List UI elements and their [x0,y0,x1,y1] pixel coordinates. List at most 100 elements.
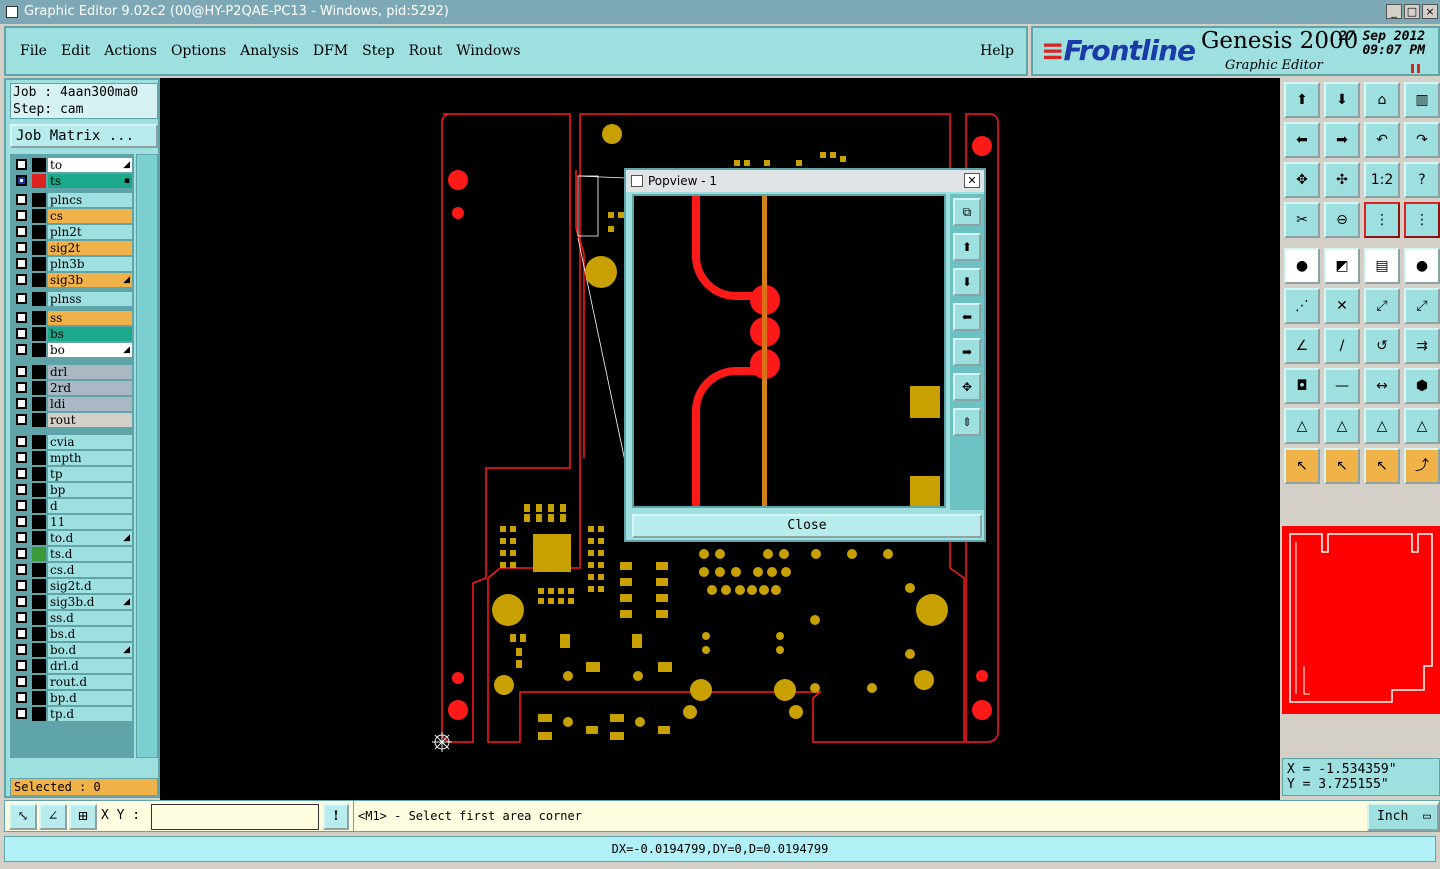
home-icon[interactable]: ⌂ [1364,82,1400,118]
layer-checkbox[interactable] [16,548,27,559]
layer-name[interactable]: sig2t [48,241,132,255]
select-arrow-3-icon[interactable]: ↖ [1364,448,1400,484]
close-window-button[interactable]: × [1422,4,1438,19]
menu-dfm[interactable]: DFM [313,43,348,59]
layer-name[interactable]: cs.d [48,563,132,577]
layer-row[interactable]: to.d ◢ [16,531,132,545]
layer-row[interactable]: sig2t.d [16,579,132,593]
triangle-icon[interactable]: △ [1284,408,1320,444]
connect-icon[interactable]: ⤢ [1364,288,1400,324]
ruler-icon[interactable]: ▤ [1364,248,1400,284]
layer-checkbox[interactable] [16,159,27,170]
layer-checkbox[interactable] [16,366,27,377]
layer-name[interactable]: bs [48,327,132,341]
layer-name[interactable]: bp.d [48,691,132,705]
layer-color-swatch[interactable] [32,311,46,325]
layer-row[interactable]: bs.d [16,627,132,641]
redo-view-icon[interactable]: ↷ [1404,122,1440,158]
layer-row[interactable]: ss [16,311,132,325]
color-icon[interactable]: ◩ [1324,248,1360,284]
connect-2-icon[interactable]: ⤢ [1404,288,1440,324]
layer-name[interactable]: bs.d [48,627,132,641]
delete-node-icon[interactable]: ✕ [1324,288,1360,324]
layer-color-swatch[interactable] [32,273,46,287]
triangle-2-icon[interactable]: △ [1324,408,1360,444]
layer-checkbox[interactable] [16,414,27,425]
layer-row[interactable]: bo.d ◢ [16,643,132,657]
layer-checkbox[interactable] [16,452,27,463]
layer-name[interactable]: mpth [48,451,132,465]
layer-checkbox[interactable] [16,468,27,479]
layer-row[interactable]: sig3b.d ◢ [16,595,132,609]
layer-color-swatch[interactable] [32,397,46,411]
layer-row[interactable]: bp [16,483,132,497]
layer-color-swatch[interactable] [32,451,46,465]
shapes-icon[interactable]: ⬢ [1404,368,1440,404]
layer-name[interactable]: 2rd [48,381,132,395]
layer-row[interactable]: sig3b ◢ [16,273,132,287]
layer-row[interactable]: bs [16,327,132,341]
layer-checkbox[interactable] [16,628,27,639]
layer-name[interactable]: pln2t [48,225,132,239]
layer-name[interactable]: drl.d [48,659,132,673]
layers-red-2-icon[interactable]: ⋮ [1404,202,1440,238]
layer-row[interactable]: cs.d [16,563,132,577]
layer-checkbox[interactable] [16,564,27,575]
layer-checkbox[interactable] [16,226,27,237]
menu-edit[interactable]: Edit [61,43,90,59]
layer-name[interactable]: bo ◢ [48,343,132,357]
layer-color-swatch[interactable] [32,499,46,513]
layer-color-swatch[interactable] [32,547,46,561]
layer-color-swatch[interactable] [32,209,46,223]
layer-name[interactable]: ss.d [48,611,132,625]
pan-right-icon[interactable]: ➡ [953,338,981,366]
layer-name[interactable]: sig2t.d [48,579,132,593]
line-select-icon[interactable]: — [1324,368,1360,404]
zoom-fit-icon[interactable]: ✥ [1284,162,1320,198]
layer-name[interactable]: to ◢ [48,158,132,172]
add-pad-icon[interactable]: ● [1284,248,1320,284]
layer-color-swatch[interactable] [32,365,46,379]
layer-checkbox[interactable] [16,436,27,447]
layer-name[interactable]: pln3b [48,257,132,271]
layer-color-swatch[interactable] [32,483,46,497]
popview-viewport[interactable] [632,194,946,508]
measure-icon[interactable]: ✂ [1284,202,1320,238]
select-arrow-2-icon[interactable]: ↖ [1324,448,1360,484]
menu-analysis[interactable]: Analysis [240,43,299,59]
layer-checkbox[interactable] [16,293,27,304]
layer-row[interactable]: ss.d [16,611,132,625]
layer-color-swatch[interactable] [32,343,46,357]
layer-color-swatch[interactable] [32,659,46,673]
layer-color-swatch[interactable] [32,435,46,449]
layer-name[interactable]: cvia [48,435,132,449]
move-node-icon[interactable]: ⋰ [1284,288,1320,324]
layer-checkbox[interactable] [16,328,27,339]
layer-row[interactable]: drl [16,365,132,379]
layer-row[interactable]: ts.d [16,547,132,561]
layer-list-scrollbar[interactable] [136,154,158,758]
layer-row[interactable]: rout [16,413,132,427]
layer-checkbox[interactable] [16,516,27,527]
layer-name[interactable]: ss [48,311,132,325]
help-icon[interactable]: ? [1404,162,1440,198]
layer-color-swatch[interactable] [32,691,46,705]
layer-row[interactable]: tp [16,467,132,481]
minimize-button[interactable]: _ [1386,4,1402,19]
layer-checkbox[interactable] [16,258,27,269]
pad-select-icon[interactable]: ◘ [1284,368,1320,404]
layer-checkbox[interactable] [16,242,27,253]
layer-color-swatch[interactable] [32,413,46,427]
menu-rout[interactable]: Rout [409,43,443,59]
layer-checkbox[interactable] [16,210,27,221]
layer-color-swatch[interactable] [32,193,46,207]
layer-checkbox[interactable] [16,274,27,285]
popview-close-icon[interactable]: ✕ [964,173,980,188]
zoom-center-icon[interactable]: ✣ [1324,162,1360,198]
pan-up-icon[interactable]: ⬆ [953,233,981,261]
arc-icon[interactable]: ↺ [1364,328,1400,364]
menu-actions[interactable]: Actions [104,43,157,59]
layer-name[interactable]: to.d ◢ [48,531,132,545]
layer-name[interactable]: sig3b ◢ [48,273,132,287]
pan-down-icon[interactable]: ⬇ [1324,82,1360,118]
